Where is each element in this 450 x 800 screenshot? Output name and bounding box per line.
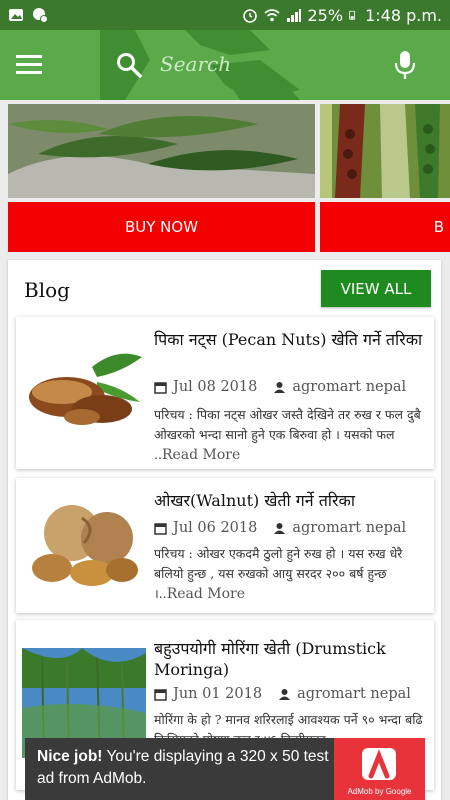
ad-banner[interactable]: Nice job! You're displaying a 320 x 50 t… (25, 738, 425, 800)
calendar-icon (154, 381, 167, 394)
user-icon (274, 381, 286, 393)
battery-icon (349, 10, 356, 20)
product-image (320, 104, 450, 198)
post-meta: Jul 06 2018 agromart nepal (154, 520, 406, 536)
product-banner[interactable]: BUY NOW (8, 104, 315, 252)
clock: 1:48 p.m. (365, 5, 442, 25)
blog-section: Blog VIEW ALL पिका नट्स (Pecan Nuts) खेत… (8, 260, 441, 800)
wifi-icon (263, 9, 280, 22)
app-toolbar: Search (0, 30, 450, 100)
post-author: agromart nepal (297, 686, 411, 702)
post-author: agromart nepal (292, 379, 407, 395)
post-thumbnail (22, 327, 146, 437)
post-excerpt: परिचय : ओखर एकदमै ठुलो हुने रुख हो । यस … (154, 546, 403, 602)
post-date: Jun 01 2018 (173, 686, 263, 702)
post-excerpt: परिचय : पिका नट्स ओखर जस्तै देखिने तर रु… (154, 407, 421, 463)
microphone-icon[interactable] (393, 50, 417, 80)
search-icon[interactable] (116, 52, 142, 78)
post-date: Jul 08 2018 (173, 379, 258, 395)
post-title[interactable]: पिका नट्स (Pecan Nuts) खेति गर्ने तरिका (154, 329, 424, 350)
product-banner[interactable]: B (320, 104, 450, 252)
view-all-button[interactable]: VIEW ALL (321, 270, 431, 307)
menu-icon[interactable] (16, 53, 42, 75)
battery-percent: 25% (307, 5, 344, 25)
buy-now-button[interactable]: B (320, 202, 450, 252)
buy-now-button[interactable]: BUY NOW (8, 202, 315, 252)
read-more-link[interactable]: Read More (162, 447, 240, 463)
calendar-icon (154, 688, 167, 701)
post-meta: Jul 08 2018 agromart nepal (154, 379, 406, 395)
chat-notification-icon (33, 8, 48, 23)
user-icon (274, 522, 286, 534)
post-title[interactable]: ओखर(Walnut) खेती गर्ने तरिका (154, 490, 424, 511)
search-input[interactable]: Search (160, 52, 231, 76)
ad-brand: AdMob by Google (347, 787, 412, 796)
user-icon (279, 688, 291, 700)
admob-logo: AdMob by Google (334, 738, 425, 800)
image-notification-icon (9, 9, 23, 21)
product-image (8, 104, 315, 198)
post-meta: Jun 01 2018 agromart nepal (154, 686, 411, 702)
blog-heading: Blog (24, 278, 70, 302)
blog-post[interactable]: पिका नट्स (Pecan Nuts) खेति गर्ने तरिका … (16, 317, 434, 469)
post-thumbnail (22, 488, 146, 598)
calendar-icon (154, 522, 167, 535)
post-title[interactable]: बहुउपयोगी मोरिंगा खेती (Drumstick Moring… (154, 638, 424, 680)
signal-icon (286, 9, 301, 22)
ad-headline: Nice job! (37, 748, 103, 765)
blog-post[interactable]: ओखर(Walnut) खेती गर्ने तरिका Jul 06 2018… (16, 478, 434, 613)
alarm-icon (242, 9, 257, 23)
status-bar: 25% 1:48 p.m. (0, 0, 450, 30)
post-author: agromart nepal (292, 520, 407, 536)
post-date: Jul 06 2018 (173, 520, 258, 536)
read-more-link[interactable]: Read More (167, 586, 245, 602)
ad-text: Nice job! You're displaying a 320 x 50 t… (37, 746, 337, 790)
